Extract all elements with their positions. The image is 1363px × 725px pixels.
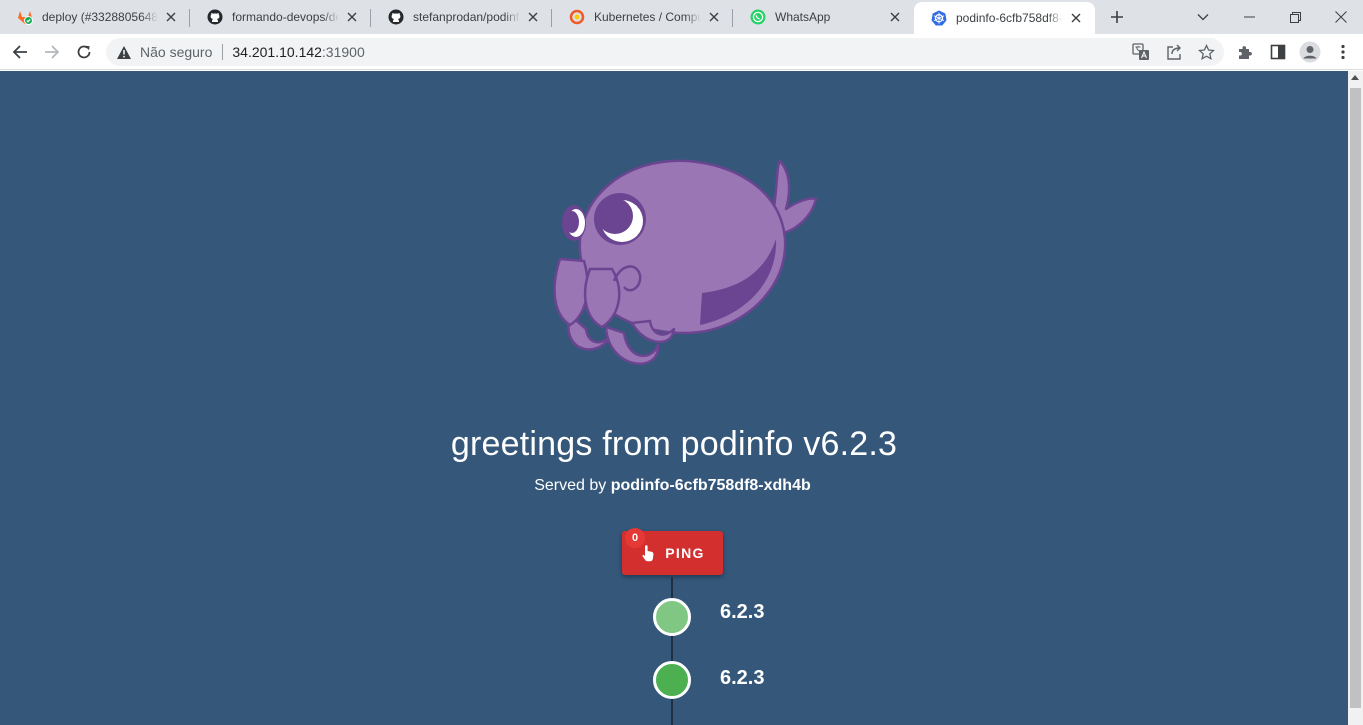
back-button[interactable] xyxy=(6,38,34,66)
tab-whatsapp[interactable]: WhatsApp xyxy=(733,0,914,34)
close-icon[interactable] xyxy=(886,8,904,26)
translate-button[interactable] xyxy=(1128,39,1154,65)
share-icon xyxy=(1166,44,1181,60)
browser-toolbar: Não seguro 34.201.10.142:31900 xyxy=(0,34,1363,70)
address-bar[interactable]: Não seguro 34.201.10.142:31900 xyxy=(106,38,1224,66)
tab-deploy[interactable]: deploy (#3328805648) · formando-devops xyxy=(0,0,190,34)
served-by-host: podinfo-6cfb758df8-xdh4b xyxy=(610,477,811,494)
tab-title: WhatsApp xyxy=(775,10,831,24)
timeline-dot xyxy=(653,661,691,699)
translate-icon xyxy=(1132,43,1149,60)
profile-button[interactable] xyxy=(1297,39,1323,65)
restore-button[interactable] xyxy=(1272,0,1318,34)
side-panel-button[interactable] xyxy=(1265,39,1291,65)
share-button[interactable] xyxy=(1161,39,1187,65)
address-host: 34.201.10.142 xyxy=(232,44,322,60)
page-scrollbar[interactable] xyxy=(1348,71,1363,725)
served-by-text: Served by podinfo-6cfb758df8-xdh4b xyxy=(0,477,1345,495)
tab-stefanprodan-podinfo[interactable]: stefanprodan/podinfo xyxy=(371,0,552,34)
arrow-left-icon xyxy=(12,45,27,59)
bookmark-button[interactable] xyxy=(1193,39,1219,65)
close-icon[interactable] xyxy=(1067,9,1085,27)
gitlab-icon xyxy=(17,9,33,25)
touch-icon xyxy=(640,544,656,562)
kubernetes-icon xyxy=(931,10,947,26)
timeline-dot xyxy=(653,598,691,636)
tab-title: formando-devops/desafio xyxy=(232,10,339,24)
chevron-down-icon xyxy=(1197,14,1209,21)
address-port: :31900 xyxy=(321,44,365,60)
tab-title: Kubernetes / Compute Resources xyxy=(594,10,701,24)
tab-title: deploy (#3328805648) · formando-devops xyxy=(42,10,158,24)
new-tab-button[interactable] xyxy=(1106,6,1128,28)
scroll-up-arrow-icon[interactable] xyxy=(1351,75,1359,80)
address-divider xyxy=(222,44,224,60)
tab-title: podinfo-6cfb758df8-xdh4b xyxy=(956,11,1063,25)
minimize-button[interactable] xyxy=(1226,0,1272,34)
close-icon xyxy=(1335,11,1347,23)
tab-formando-devops[interactable]: formando-devops/desafio xyxy=(190,0,371,34)
arrow-right-icon xyxy=(45,45,60,59)
close-icon[interactable] xyxy=(162,8,180,26)
warning-icon[interactable] xyxy=(116,44,132,60)
scrollbar-thumb[interactable] xyxy=(1350,88,1361,708)
tab-podinfo[interactable]: podinfo-6cfb758df8-xdh4b xyxy=(914,2,1095,34)
menu-button[interactable] xyxy=(1330,39,1356,65)
close-icon[interactable] xyxy=(524,8,542,26)
minimize-icon xyxy=(1243,16,1255,18)
page-title: greetings from podinfo v6.2.3 xyxy=(450,425,898,463)
github-icon xyxy=(388,9,404,25)
podinfo-mascot-icon xyxy=(553,159,818,365)
puzzle-icon xyxy=(1238,45,1252,59)
restore-icon xyxy=(1289,11,1301,23)
page-viewport: greetings from podinfo v6.2.3 Served by … xyxy=(0,71,1348,725)
security-label[interactable]: Não seguro xyxy=(140,44,212,60)
tab-search-button[interactable] xyxy=(1180,0,1226,34)
tab-strip: deploy (#3328805648) · formando-devops f… xyxy=(0,0,1363,34)
forward-button[interactable] xyxy=(38,38,66,66)
whatsapp-icon xyxy=(750,9,766,25)
more-vert-icon xyxy=(1341,44,1345,60)
star-icon xyxy=(1197,43,1215,60)
side-panel-icon xyxy=(1270,44,1286,60)
tab-kubernetes-compute[interactable]: Kubernetes / Compute Resources xyxy=(552,0,733,34)
timeline-version: 6.2.3 xyxy=(720,601,765,623)
avatar-icon xyxy=(1299,41,1321,63)
timeline-version: 6.2.3 xyxy=(720,667,765,689)
plus-icon xyxy=(1111,11,1123,23)
close-icon[interactable] xyxy=(343,8,361,26)
extensions-button[interactable] xyxy=(1232,39,1258,65)
ping-count-badge: 0 xyxy=(625,528,645,548)
tab-title: stefanprodan/podinfo xyxy=(413,10,520,24)
reload-icon xyxy=(77,45,91,59)
served-by-label: Served by xyxy=(534,477,607,494)
reload-button[interactable] xyxy=(70,38,98,66)
close-window-button[interactable] xyxy=(1318,0,1363,34)
github-icon xyxy=(207,9,223,25)
close-icon[interactable] xyxy=(705,8,723,26)
grafana-icon xyxy=(569,9,585,25)
ping-label: PING xyxy=(665,545,705,561)
